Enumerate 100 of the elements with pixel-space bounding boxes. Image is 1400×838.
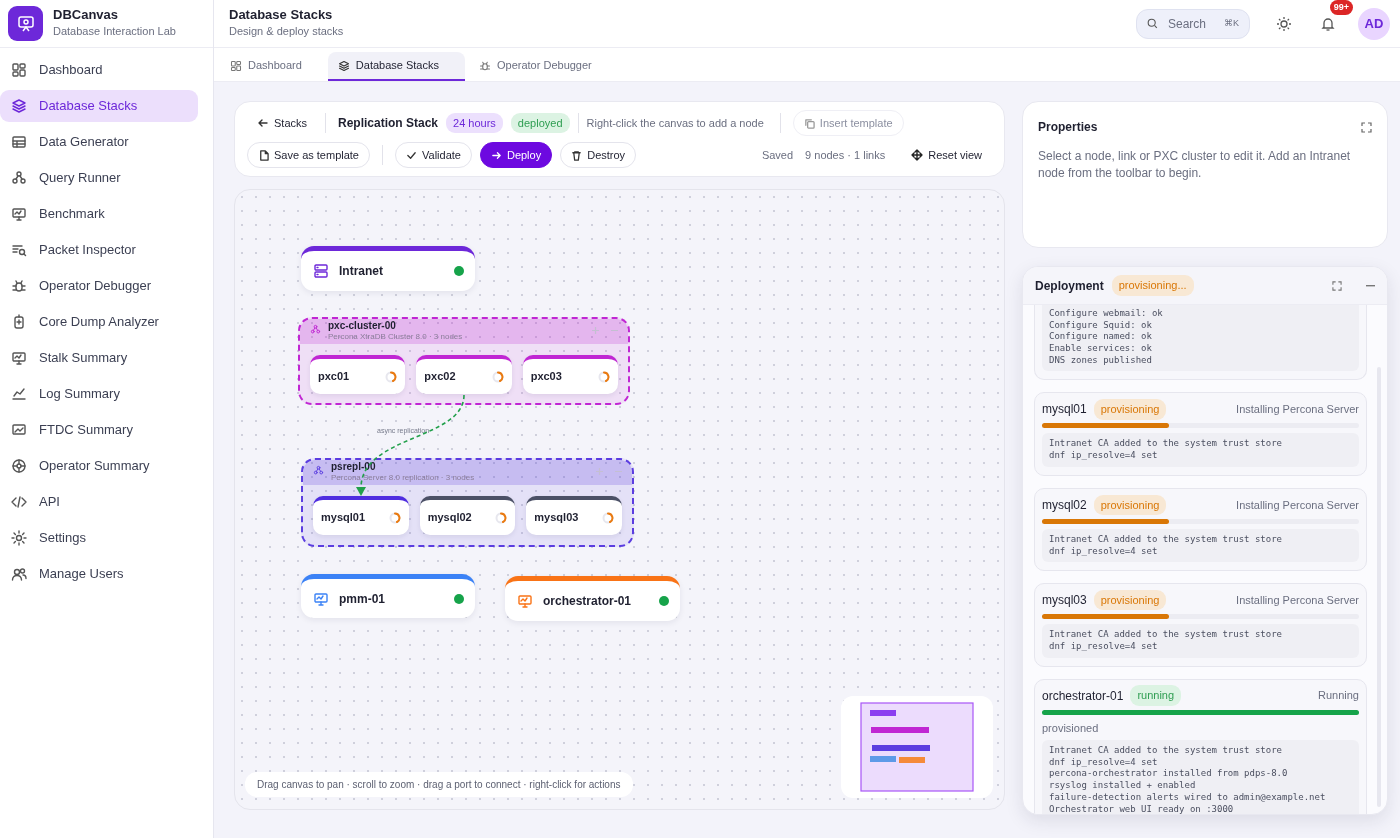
grid-icon	[11, 62, 27, 78]
log-lines-icon	[11, 386, 27, 402]
tag: deployed	[510, 112, 570, 134]
sidebar-item[interactable]: Data Generator	[0, 126, 198, 158]
host-name: orchestrator-01	[1042, 687, 1124, 705]
action-button[interactable]: Validate	[395, 142, 472, 168]
search-bar[interactable]: Search ⌘K	[1136, 8, 1250, 39]
sidebar-item[interactable]: Database Stacks	[0, 90, 198, 122]
expand-icon[interactable]	[1361, 121, 1372, 133]
cluster-name: psrepl-00	[331, 461, 377, 473]
step-label: Installing Percona Server	[1236, 592, 1359, 608]
tab[interactable]: Operator Debugger	[479, 52, 604, 81]
grid-icon	[230, 59, 242, 72]
database-node[interactable]: mysql01	[313, 496, 409, 535]
node-name: pmm-01	[339, 590, 385, 608]
sidebar-item[interactable]: Benchmark	[0, 198, 198, 230]
node-name: pxc02	[424, 369, 456, 385]
server-icon	[313, 263, 329, 279]
toolbar-hint: Right-click the canvas to add a node	[586, 115, 764, 131]
sidebar-item[interactable]: FTDC Summary	[0, 414, 198, 446]
step-note: provisioned	[1042, 720, 1100, 736]
tab[interactable]: Database Stacks	[327, 52, 465, 81]
search-list-icon	[11, 242, 27, 258]
monitor-icon	[11, 206, 27, 222]
graph-counts: 9 nodes · 1 links	[805, 147, 886, 163]
code-icon	[11, 494, 27, 510]
step-label: Running	[1318, 688, 1359, 704]
minimize-icon[interactable]	[1366, 284, 1375, 287]
sidebar-item[interactable]: Operator Debugger	[0, 270, 198, 302]
step-label: Installing Percona Server	[1236, 497, 1359, 513]
status-badge: provisioning...	[1111, 275, 1194, 296]
database-node[interactable]: pxc02	[416, 355, 512, 394]
move-icon	[911, 149, 924, 161]
host-node[interactable]: Intranet	[301, 246, 475, 291]
sidebar-item[interactable]: API	[0, 486, 198, 518]
cluster-group[interactable]: psrepl-00 Percona Server 8.0 replication · 3 nodes mysql01 mysql02 mysql03	[301, 458, 634, 547]
document-icon	[258, 149, 269, 161]
log-output: Configure webmail: ok Configure Squid: ok Configure named: ok Enable services: ok DNS zones published	[1042, 305, 1359, 372]
host-name: mysql02	[1042, 496, 1087, 514]
sidebar-item[interactable]: Dashboard	[0, 54, 198, 86]
chart-icon	[11, 422, 27, 438]
sidebar-item[interactable]: Query Runner	[0, 162, 198, 194]
action-button[interactable]: Destroy	[560, 142, 637, 168]
monitor-icon	[11, 350, 27, 366]
trash-icon	[571, 149, 583, 161]
log-output: Intranet CA added to the system trust store dnf ip_resolve=4 set	[1042, 528, 1359, 563]
sidebar-item[interactable]: Packet Inspector	[0, 234, 198, 266]
cluster-description: Percona XtraDB Cluster 8.0 · 3 nodes	[328, 332, 463, 342]
database-node[interactable]: mysql02	[419, 496, 516, 535]
node-name: pxc03	[530, 369, 562, 385]
monitor-icon	[313, 590, 329, 607]
action-button[interactable]: Save as template	[247, 142, 370, 168]
status-badge: provisioning	[1093, 399, 1167, 420]
nodes-icon	[11, 170, 27, 186]
check-icon	[406, 149, 417, 161]
host-node[interactable]: orchestrator-01	[505, 576, 680, 621]
host-node[interactable]: pmm-01	[301, 574, 475, 618]
table-icon	[11, 134, 27, 150]
sidebar-item[interactable]: Operator Summary	[0, 450, 198, 482]
sidebar-item[interactable]: Settings	[0, 522, 198, 554]
bug-icon	[11, 278, 27, 294]
sidebar-item[interactable]: Core Dump Analyzer	[0, 306, 198, 338]
node-name: mysql03	[534, 510, 579, 526]
log-output: Intranet CA added to the system trust store dnf ip_resolve=4 set	[1042, 433, 1359, 467]
sidebar-item[interactable]: Stalk Summary	[0, 342, 198, 374]
search-field[interactable]: Search	[1166, 13, 1216, 34]
save-status: Saved	[761, 147, 794, 163]
cluster-group[interactable]: pxc-cluster-00 Percona XtraDB Cluster 8.0 · 3 nodes pxc01 pxc02 pxc03	[298, 317, 630, 405]
log-output: Intranet CA added to the system trust store dnf ip_resolve=4 set percona-orchestrator installed from pdps-8.0 rsyslog installed + enabled failure-detection alerts wired to admin@example.net Orchestrator web UI ready on :3000	[1042, 740, 1359, 814]
canvas-hint: Drag canvas to pan · scroll to zoom · drag a port to connect · right-click for actions	[245, 772, 633, 797]
action-button[interactable]: Deploy	[479, 142, 553, 168]
app-name: DBCanvas	[53, 7, 120, 24]
app-subtitle: Database Interaction Lab	[53, 24, 176, 40]
dashboard-dial-icon	[11, 458, 27, 474]
stack-name: Replication Stack	[338, 115, 439, 132]
sidebar-item[interactable]: Log Summary	[0, 378, 198, 410]
database-node[interactable]: pxc03	[522, 355, 618, 394]
properties-hint: Select a node, link or PXC cluster to edit it. Add an Intranet node from the toolbar to begin.	[1038, 148, 1352, 183]
database-node[interactable]: mysql03	[526, 496, 622, 535]
bug-icon	[479, 59, 491, 72]
search-icon	[1147, 17, 1158, 30]
database-node[interactable]: pxc01	[310, 355, 406, 394]
host-name: mysql03	[1042, 592, 1087, 610]
expand-icon[interactable]	[1332, 280, 1342, 291]
cluster-name: pxc-cluster-00	[328, 320, 397, 332]
page-subtitle: Design & deploy stacks	[229, 24, 344, 40]
tab[interactable]: Dashboard	[230, 52, 314, 81]
panel-title: Properties	[1038, 119, 1098, 136]
users-icon	[11, 566, 27, 582]
sidebar-item[interactable]: Manage Users	[0, 558, 198, 590]
status-badge: running	[1130, 685, 1182, 706]
user-avatar[interactable]: AD	[1358, 7, 1390, 40]
cluster-icon	[310, 324, 321, 335]
layers-icon	[337, 59, 350, 72]
monitor-icon	[517, 593, 533, 609]
node-name: Intranet	[339, 263, 383, 280]
chip-icon	[11, 314, 27, 330]
layers-icon	[11, 98, 27, 114]
log-output: Intranet CA added to the system trust store dnf ip_resolve=4 set	[1042, 624, 1359, 658]
minimap[interactable]	[841, 696, 993, 798]
